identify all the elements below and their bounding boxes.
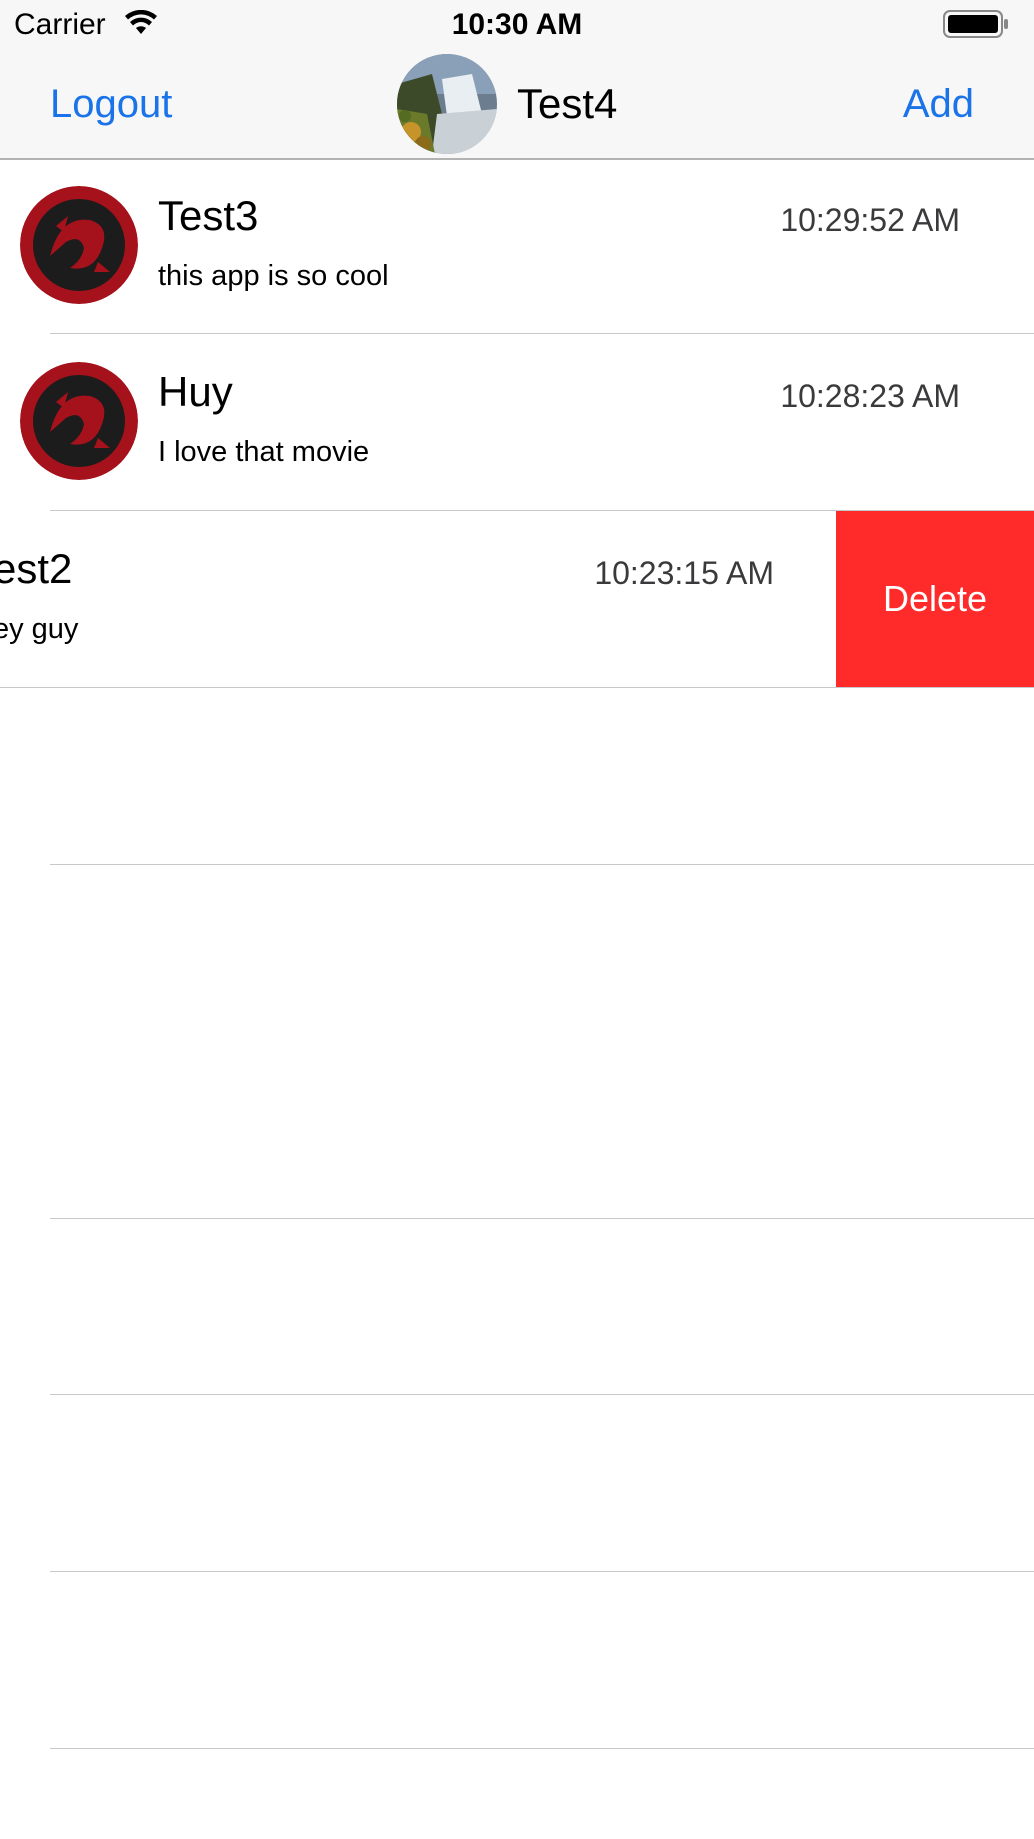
profile-header[interactable]: Test4 xyxy=(397,54,617,154)
row-separator xyxy=(50,1394,1034,1395)
row-separator xyxy=(50,1571,1034,1572)
conversation-message: I love that movie xyxy=(158,436,370,468)
conversation-row-swiped[interactable]: Test2 Hey guy 10:23:15 AM Delete xyxy=(0,511,1034,687)
conversation-time: 10:23:15 AM xyxy=(594,555,774,591)
conversation-row[interactable]: Huy I love that movie 10:28:23 AM xyxy=(0,334,1034,510)
row-separator xyxy=(50,864,1034,865)
waterfall-avatar-icon xyxy=(397,54,497,154)
conversation-row[interactable]: Test3 this app is so cool 10:29:52 AM xyxy=(0,158,1034,334)
conversation-time: 10:28:23 AM xyxy=(780,378,960,414)
status-bar: Carrier 10:30 AM xyxy=(0,0,1034,50)
row-separator xyxy=(50,1748,1034,1749)
dragon-sigil-avatar-icon xyxy=(20,186,138,304)
battery-icon xyxy=(943,10,1009,45)
conversation-time: 10:29:52 AM xyxy=(780,202,960,238)
row-separator xyxy=(50,1218,1034,1219)
logout-button[interactable]: Logout xyxy=(50,82,172,127)
status-time: 10:30 AM xyxy=(451,8,583,41)
conversation-message: Hey guy xyxy=(0,613,79,645)
row-separator xyxy=(0,687,1034,688)
add-button[interactable]: Add xyxy=(903,82,974,127)
conversation-name: Huy xyxy=(158,368,233,415)
conversation-name: Test3 xyxy=(158,192,259,239)
conversation-name: Test2 xyxy=(0,545,73,592)
nav-title: Test4 xyxy=(517,80,618,127)
nav-bar: Logout Test4 Add xyxy=(0,50,1034,160)
dragon-sigil-avatar-icon xyxy=(20,362,138,480)
conversation-message: this app is so cool xyxy=(158,260,389,292)
delete-button[interactable]: Delete xyxy=(836,511,1034,687)
